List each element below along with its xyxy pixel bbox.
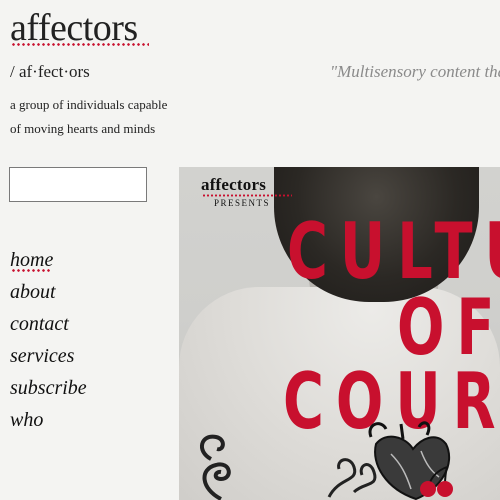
cherries-icon: [420, 466, 453, 497]
pronunciation: / af·fect·ors: [10, 62, 90, 81]
poster-presents: PRESENTS: [214, 198, 271, 208]
swirl-ornament-icon: [200, 434, 231, 500]
search-input[interactable]: [9, 167, 147, 202]
description-line: of moving hearts and minds: [10, 121, 156, 136]
nav-item-home[interactable]: home: [10, 244, 87, 276]
featured-poster[interactable]: affectors PRESENTS CULTU OF COURA: [179, 167, 500, 500]
description-line: a group of individuals capable: [10, 97, 168, 112]
nav-item-contact[interactable]: contact: [10, 308, 87, 340]
logo-dotted-underline: [11, 43, 149, 46]
nav-item-who[interactable]: who: [10, 404, 87, 436]
poster-brand-dots: [202, 194, 292, 197]
poster-brand: affectors: [201, 175, 267, 194]
site-description: a group of individuals capable of moving…: [10, 93, 185, 141]
main-nav: home about contact services subscribe wh…: [10, 244, 87, 436]
nav-item-subscribe[interactable]: subscribe: [10, 372, 87, 404]
nav-item-services[interactable]: services: [10, 340, 87, 372]
poster-title-line1: CULTU: [287, 205, 500, 297]
nav-item-about[interactable]: about: [10, 276, 87, 308]
site-tagline: "Multisensory content tha: [330, 62, 500, 81]
